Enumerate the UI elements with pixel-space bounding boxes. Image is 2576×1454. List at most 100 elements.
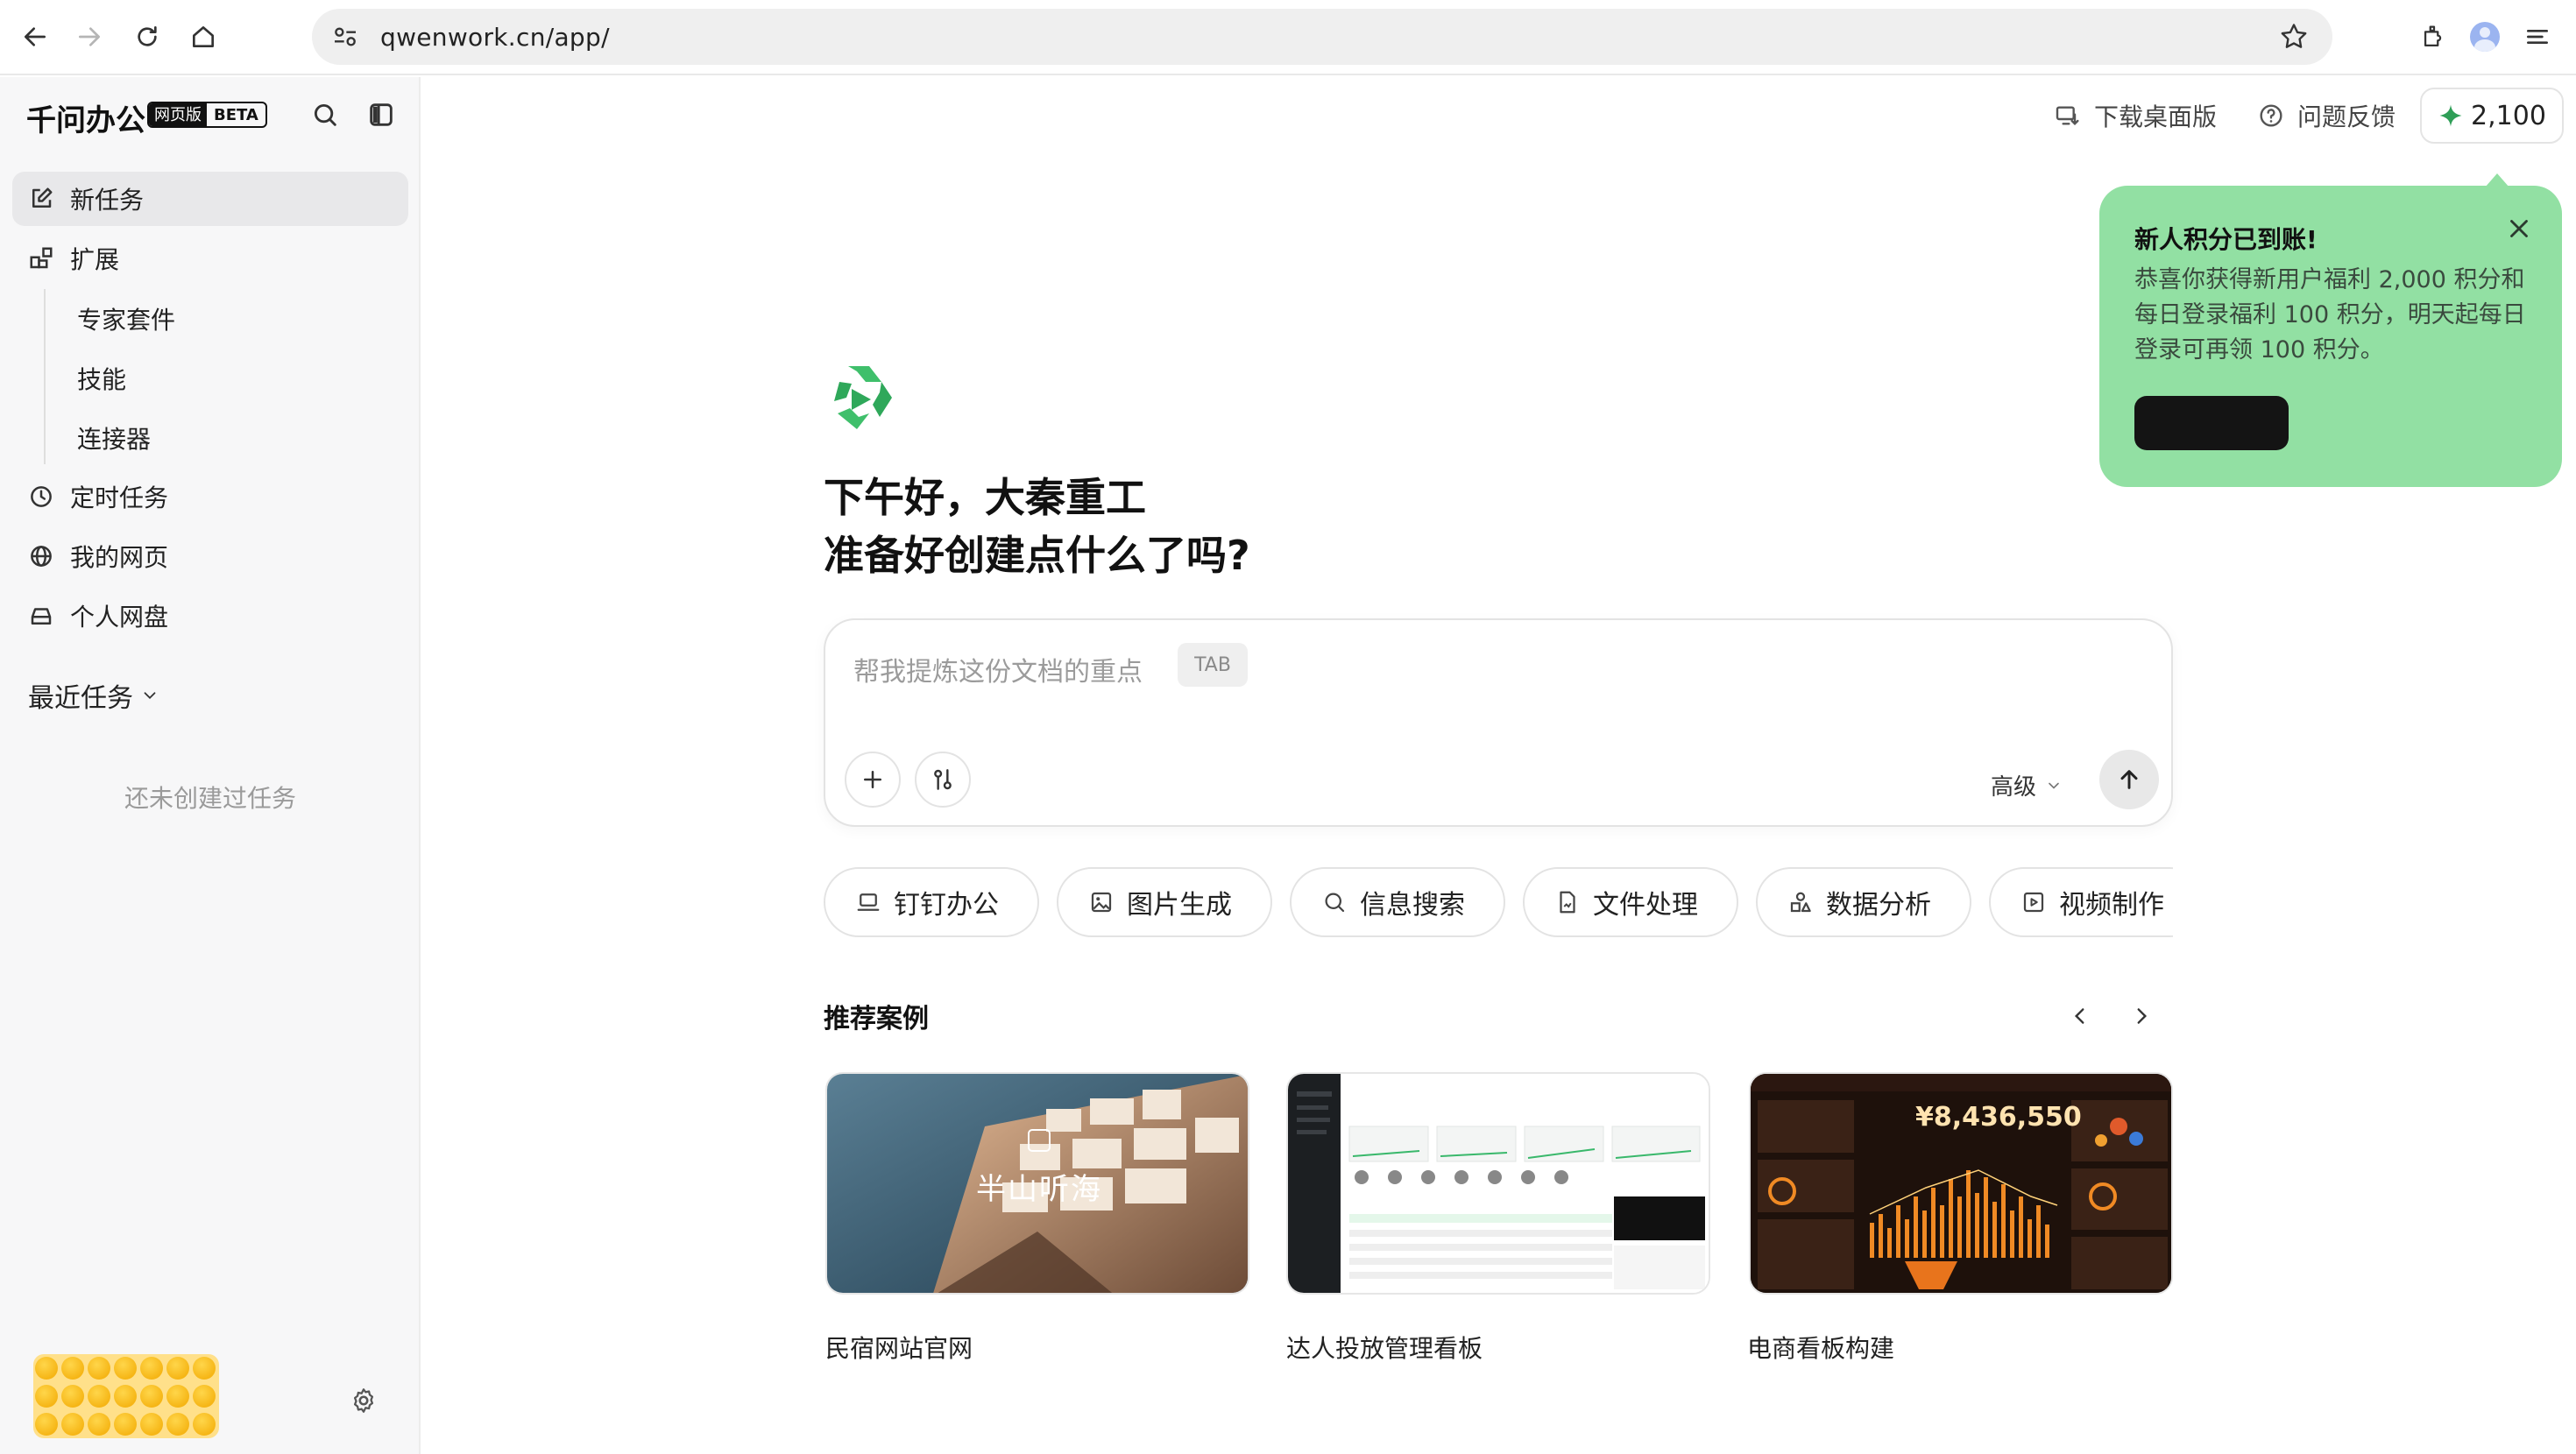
prompt-placeholder[interactable]: 帮我提炼这份文档的重点 bbox=[853, 650, 1143, 688]
bookmark-star-icon[interactable] bbox=[2278, 21, 2310, 53]
sidebar-item-label: 定时任务 bbox=[70, 483, 169, 512]
prompt-input-box[interactable]: 帮我提炼这份文档的重点 TAB 高级 bbox=[824, 618, 2173, 827]
clock-icon bbox=[26, 482, 56, 512]
new-user-points-toast: 新人积分已到账! 恭喜你获得新用户福利 2,000 积分和每日登录福利 100 … bbox=[2099, 173, 2562, 487]
sidebar-item-personal-drive[interactable]: 个人网盘 bbox=[12, 589, 408, 643]
browser-toolbar: qwenwork.cn/app/ bbox=[0, 0, 2576, 75]
chip-label: 视频制作 bbox=[2059, 890, 2164, 921]
download-desktop-icon bbox=[2054, 102, 2082, 130]
ecommerce-amount: ¥8,436,550 bbox=[1915, 1102, 2082, 1133]
case-caption-homestay[interactable]: 民宿网站官网 bbox=[825, 1330, 973, 1365]
reload-icon[interactable] bbox=[128, 18, 166, 56]
greeting-line-1: 下午好，大秦重工 bbox=[824, 474, 1146, 521]
app-logo-icon bbox=[831, 363, 895, 433]
chip-label: 文件处理 bbox=[1593, 890, 1698, 921]
carousel-next-icon[interactable] bbox=[2124, 999, 2159, 1034]
profile-avatar-icon[interactable] bbox=[2466, 18, 2504, 56]
case-card-influencer-dashboard[interactable] bbox=[1286, 1072, 1710, 1295]
recent-tasks-toggle[interactable]: 最近任务 bbox=[28, 676, 159, 715]
brand-name: 千问办公 bbox=[26, 103, 145, 138]
tools-icon bbox=[929, 766, 957, 794]
points-balance-button[interactable]: 2,100 bbox=[2420, 88, 2564, 144]
user-avatar[interactable] bbox=[33, 1354, 219, 1438]
help-circle-icon bbox=[2257, 102, 2285, 130]
chevron-down-icon bbox=[2045, 777, 2063, 794]
address-bar[interactable]: qwenwork.cn/app/ bbox=[312, 9, 2332, 65]
chevron-down-icon bbox=[140, 686, 159, 705]
url-text[interactable]: qwenwork.cn/app/ bbox=[380, 23, 610, 52]
shapes-icon bbox=[1787, 889, 1814, 915]
drive-icon bbox=[26, 601, 56, 631]
chip-label: 钉钉办公 bbox=[894, 890, 999, 921]
beta-badge: BETA bbox=[214, 106, 258, 124]
sidebar-item-label: 新任务 bbox=[70, 186, 145, 215]
extension-icon bbox=[26, 244, 56, 273]
sidebar-item-new-task[interactable]: 新任务 bbox=[12, 172, 408, 226]
image-icon bbox=[1088, 889, 1115, 915]
submenu-guide-line bbox=[44, 289, 46, 464]
chip-label: 图片生成 bbox=[1127, 890, 1232, 921]
case-card-homestay[interactable]: 半山听海 bbox=[825, 1072, 1249, 1295]
sidebar-item-scheduled-tasks[interactable]: 定时任务 bbox=[12, 469, 408, 524]
case-card-ecommerce-dashboard[interactable]: ¥8,436,550 bbox=[1749, 1072, 2173, 1295]
chip-video-production[interactable]: 视频制作 bbox=[1989, 867, 2173, 937]
search-icon bbox=[1321, 889, 1348, 915]
search-icon[interactable] bbox=[310, 100, 340, 130]
homestay-overlay-title: 半山听海 bbox=[976, 1172, 1102, 1207]
chip-data-analysis[interactable]: 数据分析 bbox=[1756, 867, 1971, 937]
chip-info-search[interactable]: 信息搜索 bbox=[1290, 867, 1505, 937]
carousel-prev-icon[interactable] bbox=[2063, 999, 2098, 1034]
recent-tasks-label: 最近任务 bbox=[28, 683, 133, 714]
laptop-icon bbox=[855, 889, 881, 915]
toast-title: 新人积分已到账! bbox=[2134, 225, 2318, 254]
file-icon bbox=[1554, 889, 1581, 915]
forward-icon[interactable] bbox=[70, 18, 109, 56]
sparkle-icon bbox=[2438, 102, 2464, 129]
sidebar-item-my-pages[interactable]: 我的网页 bbox=[12, 529, 408, 583]
advanced-mode-select[interactable]: 高级 bbox=[1991, 769, 2063, 801]
feedback-button[interactable]: 问题反馈 bbox=[2257, 95, 2396, 137]
arrow-up-icon bbox=[2115, 766, 2143, 794]
home-icon[interactable] bbox=[184, 18, 223, 56]
site-settings-icon[interactable] bbox=[331, 23, 359, 51]
extensions-icon[interactable] bbox=[2415, 18, 2453, 56]
toast-pointer bbox=[2485, 173, 2509, 187]
sidebar-item-label: 扩展 bbox=[70, 245, 120, 274]
chip-label: 数据分析 bbox=[1826, 890, 1931, 921]
back-icon[interactable] bbox=[16, 18, 54, 56]
sidebar-subitem-connectors[interactable]: 连接器 bbox=[77, 413, 151, 462]
download-desktop-label: 下载桌面版 bbox=[2094, 102, 2218, 131]
send-button[interactable] bbox=[2099, 750, 2159, 809]
sidebar-item-label: 个人网盘 bbox=[70, 603, 169, 632]
add-attachment-button[interactable] bbox=[845, 752, 901, 808]
chip-image-generation[interactable]: 图片生成 bbox=[1057, 867, 1272, 937]
case-caption-ecommerce[interactable]: 电商看板构建 bbox=[1747, 1330, 1894, 1365]
tab-key-hint: TAB bbox=[1178, 643, 1248, 687]
influencer-dashboard-preview bbox=[1288, 1074, 1709, 1293]
version-badge: 网页版 BETA bbox=[147, 102, 267, 128]
chip-dingtalk-office[interactable]: 钉钉办公 bbox=[824, 867, 1039, 937]
sidebar-subitem-expert-suite[interactable]: 专家套件 bbox=[77, 294, 175, 343]
download-desktop-button[interactable]: 下载桌面版 bbox=[2054, 95, 2217, 137]
menu-icon[interactable] bbox=[2518, 18, 2557, 56]
video-icon bbox=[2020, 889, 2047, 915]
settings-gear-icon[interactable] bbox=[349, 1386, 380, 1417]
case-caption-influencer[interactable]: 达人投放管理看板 bbox=[1286, 1330, 1483, 1365]
feedback-label: 问题反馈 bbox=[2297, 102, 2396, 131]
sidebar-item-label: 我的网页 bbox=[70, 543, 169, 572]
greeting-line-2: 准备好创建点什么了吗? bbox=[824, 532, 1250, 579]
chip-label: 信息搜索 bbox=[1360, 890, 1465, 921]
sidebar-item-extensions[interactable]: 扩展 bbox=[12, 231, 408, 286]
empty-tasks-text: 还未创建过任务 bbox=[124, 784, 296, 813]
close-icon[interactable] bbox=[2504, 214, 2534, 244]
chip-file-processing[interactable]: 文件处理 bbox=[1523, 867, 1738, 937]
sidebar-subitem-skills[interactable]: 技能 bbox=[77, 354, 126, 403]
sidebar-toggle-icon[interactable] bbox=[366, 100, 396, 130]
points-value: 2,100 bbox=[2471, 100, 2546, 131]
toast-body: 恭喜你获得新用户福利 2,000 积分和每日登录福利 100 积分，明天起每日登… bbox=[2134, 266, 2526, 364]
recommended-title: 推荐案例 bbox=[824, 1004, 929, 1034]
quick-action-chips: 钉钉办公 图片生成 信息搜索 文件处理 数据分析 视频制作 bbox=[824, 867, 2173, 939]
edit-icon bbox=[26, 184, 56, 214]
tools-button[interactable] bbox=[915, 752, 971, 808]
toast-confirm-button[interactable] bbox=[2134, 396, 2289, 450]
